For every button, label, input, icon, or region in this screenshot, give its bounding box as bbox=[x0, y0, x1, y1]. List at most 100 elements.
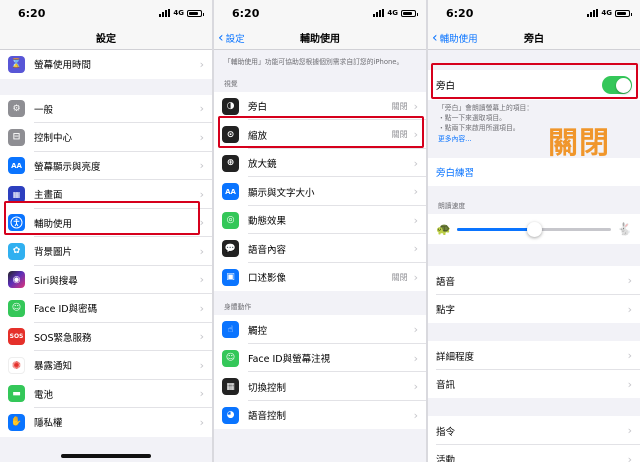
settings-panel: 6:20 4G 設定 ⌛ 螢幕使用時間 › ⚙ 一般 › ⊟ 控制中心 › AA… bbox=[0, 0, 212, 462]
chevron-right-icon: › bbox=[627, 349, 632, 362]
voiceover-panel: 6:20 4G ‹ 輔助使用 旁白 旁白 「旁白」會朗讀螢幕上的項目： ・點一下來… bbox=[428, 0, 640, 462]
settings-item-exposure[interactable]: ✺ 暴露通知 › bbox=[0, 351, 212, 380]
network-label: 4G bbox=[173, 9, 184, 17]
voiceover-item-commands[interactable]: 指令 › bbox=[428, 416, 640, 445]
section-header-physical: 身體動作 bbox=[224, 303, 252, 312]
hourglass-icon: ⌛ bbox=[8, 55, 25, 73]
settings-item-general[interactable]: ⚙ 一般 › bbox=[0, 95, 212, 123]
speech-icon: 💬 bbox=[222, 240, 239, 258]
section-header-speaking-rate: 朗讀速度 bbox=[438, 202, 466, 211]
exposure-icon: ✺ bbox=[8, 356, 25, 374]
off-annotation: 關閉 bbox=[548, 126, 610, 161]
chevron-right-icon: › bbox=[413, 380, 418, 394]
voiceover-item-braille[interactable]: 點字 › bbox=[428, 295, 640, 324]
voiceover-practice-link: 旁白練習 bbox=[436, 168, 475, 179]
accessibility-item-motion[interactable]: ◎ 動態效果 › bbox=[214, 206, 426, 235]
accessibility-item-face-id-attention[interactable]: ☺ Face ID與螢幕注視 › bbox=[214, 344, 426, 373]
settings-item-control-center[interactable]: ⊟ 控制中心 › bbox=[0, 123, 212, 152]
chevron-right-icon: › bbox=[413, 351, 418, 365]
chevron-left-icon: ‹ bbox=[218, 30, 224, 46]
back-button[interactable]: ‹ 設定 bbox=[218, 26, 245, 50]
section-header-vision: 視覺 bbox=[224, 79, 238, 88]
status-time: 6:20 bbox=[18, 6, 46, 20]
chevron-right-icon: › bbox=[199, 273, 204, 287]
accessibility-item-voice-control[interactable]: ◕ 語音控制 › bbox=[214, 401, 426, 430]
chevron-right-icon: › bbox=[199, 415, 204, 429]
chevron-right-icon: › bbox=[199, 57, 204, 71]
accessibility-item-magnifier[interactable]: ⊕ 放大鏡 › bbox=[214, 149, 426, 178]
settings-item-battery[interactable]: ▬ 電池 › bbox=[0, 380, 212, 408]
description-text: 「輔助使用」功能可協助您根據個別需求自訂您的iPhone。 bbox=[224, 58, 404, 66]
settings-item-face-id[interactable]: ☺ Face ID與密碼 › bbox=[0, 294, 212, 323]
accessibility-item-spoken-content[interactable]: 💬 語音內容 › bbox=[214, 234, 426, 263]
settings-item-display[interactable]: AA 螢幕顯示與亮度 › bbox=[0, 152, 212, 180]
chevron-right-icon: › bbox=[199, 159, 204, 173]
nav-bar: ‹ 輔助使用 旁白 bbox=[428, 26, 640, 50]
signal-icon bbox=[587, 9, 599, 17]
chevron-right-icon: › bbox=[199, 387, 204, 401]
chevron-right-icon: › bbox=[413, 185, 418, 199]
back-button[interactable]: ‹ 輔助使用 bbox=[432, 26, 478, 50]
accessibility-item-touch[interactable]: ☝ 觸控 › bbox=[214, 315, 426, 344]
highlight-box bbox=[4, 201, 200, 235]
chevron-right-icon: › bbox=[199, 301, 204, 315]
signal-icon bbox=[373, 9, 385, 17]
flower-icon: ✿ bbox=[8, 242, 25, 260]
settings-item-sos[interactable]: SOS SOS緊急服務 › bbox=[0, 323, 212, 351]
chevron-right-icon: › bbox=[199, 216, 204, 230]
chevron-right-icon: › bbox=[199, 244, 204, 258]
chevron-right-icon: › bbox=[413, 408, 418, 422]
chevron-right-icon: › bbox=[627, 302, 632, 316]
home-indicator bbox=[61, 454, 151, 458]
voiceover-item-audio[interactable]: 音訊 › bbox=[428, 370, 640, 399]
accessibility-item-display-text-size[interactable]: AA 顯示與文字大小 › bbox=[214, 177, 426, 206]
switch-control-icon: ▦ bbox=[222, 378, 239, 396]
chevron-right-icon: › bbox=[413, 270, 418, 284]
chevron-right-icon: › bbox=[199, 330, 204, 344]
turtle-icon: 🐢 bbox=[436, 222, 451, 237]
siri-icon: ◉ bbox=[8, 271, 25, 289]
touch-icon: ☝ bbox=[222, 321, 239, 339]
settings-item-privacy[interactable]: ✋ 隱私權 › bbox=[0, 408, 212, 437]
chevron-left-icon: ‹ bbox=[432, 30, 438, 46]
magnifier-icon: ⊕ bbox=[222, 154, 239, 172]
settings-item-screen-time[interactable]: ⌛ 螢幕使用時間 › bbox=[0, 50, 212, 79]
battery-status-icon bbox=[401, 9, 418, 17]
chevron-right-icon: › bbox=[413, 99, 418, 113]
speaking-rate-knob[interactable] bbox=[527, 221, 542, 237]
chevron-right-icon: › bbox=[199, 130, 204, 144]
chevron-right-icon: › bbox=[413, 242, 418, 256]
sos-icon: SOS bbox=[8, 328, 25, 346]
voiceover-item-speech[interactable]: 語音 › bbox=[428, 266, 640, 295]
chevron-right-icon: › bbox=[627, 274, 632, 287]
battery-status-icon bbox=[187, 9, 204, 17]
chevron-right-icon: › bbox=[413, 213, 418, 227]
chevron-right-icon: › bbox=[627, 452, 632, 462]
highlight-box bbox=[218, 116, 424, 148]
voiceover-practice-row[interactable]: 旁白練習 bbox=[428, 158, 640, 187]
chevron-right-icon: › bbox=[413, 323, 418, 337]
settings-item-label: 螢幕使用時間 bbox=[34, 60, 92, 72]
hand-icon: ✋ bbox=[8, 413, 25, 431]
hare-icon: 🐇 bbox=[617, 222, 632, 237]
battery-icon: ▬ bbox=[8, 385, 25, 403]
motion-icon: ◎ bbox=[222, 211, 239, 229]
page-title: 設定 bbox=[96, 34, 116, 45]
accessibility-item-audio-descriptions[interactable]: ▣ 口述影像 關閉 › bbox=[214, 263, 426, 292]
chevron-right-icon: › bbox=[627, 424, 632, 437]
highlight-box bbox=[431, 63, 638, 99]
chevron-right-icon: › bbox=[627, 377, 632, 391]
voiceover-item-activities[interactable]: 活動 › bbox=[428, 445, 640, 462]
battery-status-icon bbox=[615, 9, 632, 17]
voiceover-item-verbosity[interactable]: 詳細程度 › bbox=[428, 341, 640, 370]
face-id-icon: ☺ bbox=[8, 299, 25, 317]
status-bar: 6:20 4G bbox=[214, 0, 426, 26]
speaking-rate-fill bbox=[456, 227, 534, 231]
voice-control-icon: ◕ bbox=[222, 406, 239, 424]
status-bar: 6:20 4G bbox=[428, 0, 640, 26]
accessibility-item-switch-control[interactable]: ▦ 切換控制 › bbox=[214, 372, 426, 401]
settings-item-wallpaper[interactable]: ✿ 背景圖片 › bbox=[0, 237, 212, 266]
toggles-icon: ⊟ bbox=[8, 128, 25, 146]
speaking-rate-slider[interactable] bbox=[456, 221, 612, 237]
settings-item-siri[interactable]: ◉ Siri與搜尋 › bbox=[0, 266, 212, 294]
